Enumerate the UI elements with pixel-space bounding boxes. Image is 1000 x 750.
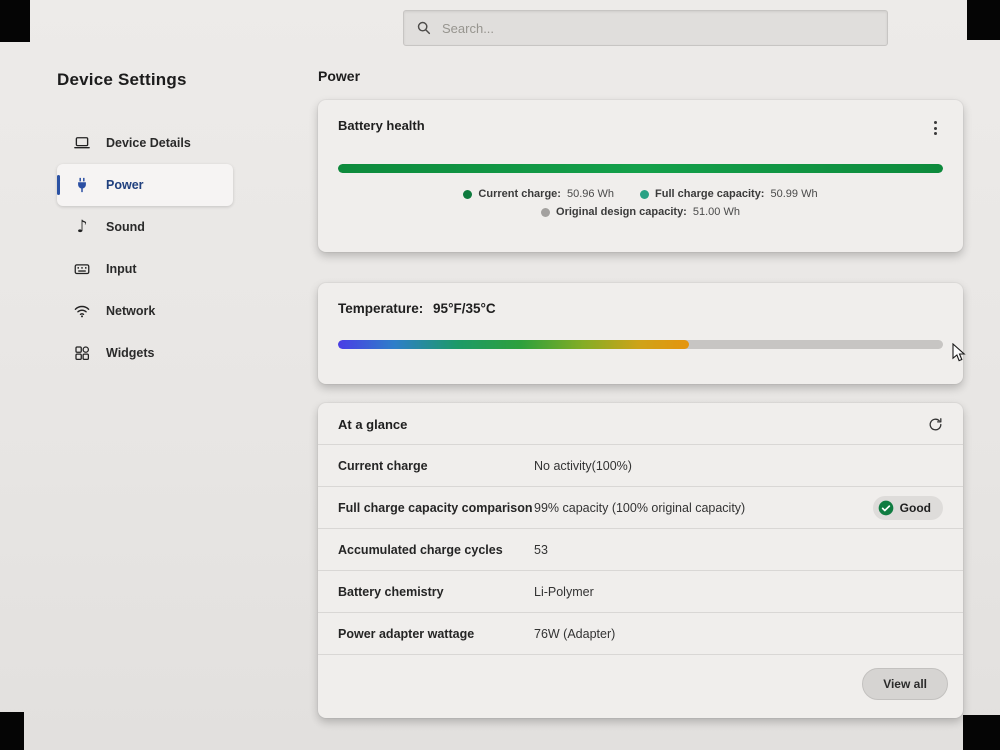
table-row: Current charge No activity(100%)	[318, 444, 963, 486]
sidebar-item-device-details[interactable]: Device Details	[57, 122, 233, 164]
legend-dot-icon	[640, 190, 649, 199]
legend-dot-icon	[463, 190, 472, 199]
sidebar-item-power[interactable]: Power	[57, 164, 233, 206]
sidebar-item-network[interactable]: Network	[57, 290, 233, 332]
legend-value: 50.96 Wh	[567, 188, 614, 200]
sidebar-item-label: Device Details	[106, 136, 191, 150]
legend-label: Current charge:	[478, 188, 561, 200]
row-value: 99% capacity (100% original capacity)	[534, 501, 873, 515]
widgets-icon	[73, 344, 91, 362]
check-circle-icon	[878, 500, 894, 516]
screen-corner-artifact	[0, 712, 24, 750]
refresh-icon[interactable]	[928, 417, 943, 432]
row-label: Power adapter wattage	[338, 627, 534, 641]
sidebar-item-input[interactable]: Input	[57, 248, 233, 290]
temperature-card: Temperature: 95°F/35°C	[318, 283, 963, 384]
battery-health-bar-track	[338, 164, 943, 173]
battery-health-card: Battery health Current charge: 50.96 Wh …	[318, 100, 963, 252]
table-row: Accumulated charge cycles 53	[318, 528, 963, 570]
legend-current-charge: Current charge: 50.96 Wh	[463, 188, 614, 200]
table-row: Power adapter wattage 76W (Adapter)	[318, 612, 963, 654]
music-note-icon: ♪	[73, 218, 91, 236]
legend-full-charge-capacity: Full charge capacity: 50.99 Wh	[640, 188, 818, 200]
row-value: Li-Polymer	[534, 585, 943, 599]
row-value: No activity(100%)	[534, 459, 943, 473]
screen-corner-artifact	[963, 715, 1000, 750]
battery-health-title: Battery health	[338, 118, 425, 133]
sidebar-item-widgets[interactable]: Widgets	[57, 332, 233, 374]
card-footer: View all	[318, 654, 963, 716]
badge-label: Good	[900, 501, 931, 515]
legend-value: 51.00 Wh	[693, 206, 740, 218]
sidebar-item-label: Input	[106, 262, 137, 276]
more-options-icon[interactable]	[928, 118, 943, 138]
row-label: Battery chemistry	[338, 585, 534, 599]
sidebar-item-label: Network	[106, 304, 155, 318]
temperature-label: Temperature:	[338, 301, 423, 316]
wifi-icon	[73, 302, 91, 320]
sidebar: Device Settings Device Details Power ♪ S…	[57, 70, 233, 374]
search-icon	[416, 20, 432, 36]
row-label: Accumulated charge cycles	[338, 543, 534, 557]
table-row: Full charge capacity comparison 99% capa…	[318, 486, 963, 528]
legend-label: Original design capacity:	[556, 206, 687, 218]
battery-health-bar-fill	[338, 164, 943, 173]
battery-legend: Current charge: 50.96 Wh Full charge cap…	[338, 188, 943, 218]
sidebar-item-label: Widgets	[106, 346, 155, 360]
legend-label: Full charge capacity:	[655, 188, 764, 200]
legend-value: 50.99 Wh	[770, 188, 817, 200]
row-value: 76W (Adapter)	[534, 627, 943, 641]
power-plug-icon	[73, 176, 91, 194]
temperature-bar-fill	[338, 340, 689, 349]
page-title: Power	[318, 68, 360, 84]
view-all-button[interactable]: View all	[862, 668, 948, 700]
at-a-glance-title: At a glance	[338, 417, 407, 432]
table-row: Battery chemistry Li-Polymer	[318, 570, 963, 612]
search-bar[interactable]	[403, 10, 888, 46]
keyboard-icon	[73, 260, 91, 278]
legend-dot-icon	[541, 208, 550, 217]
sidebar-title: Device Settings	[57, 70, 233, 90]
temperature-bar-track	[338, 340, 943, 349]
temperature-value: 95°F/35°C	[433, 301, 496, 316]
status-badge: Good	[873, 496, 943, 520]
sidebar-item-label: Sound	[106, 220, 145, 234]
laptop-icon	[73, 134, 91, 152]
sidebar-nav: Device Details Power ♪ Sound Input Netwo…	[57, 122, 233, 374]
search-input[interactable]	[442, 21, 875, 36]
sidebar-item-label: Power	[106, 178, 144, 192]
screen-corner-artifact	[967, 0, 1000, 40]
sidebar-item-sound[interactable]: ♪ Sound	[57, 206, 233, 248]
legend-original-design-capacity: Original design capacity: 51.00 Wh	[541, 206, 740, 218]
screen-corner-artifact	[0, 0, 30, 42]
row-label: Full charge capacity comparison	[338, 501, 534, 515]
row-value: 53	[534, 543, 943, 557]
row-label: Current charge	[338, 459, 534, 473]
at-a-glance-card: At a glance Current charge No activity(1…	[318, 403, 963, 718]
